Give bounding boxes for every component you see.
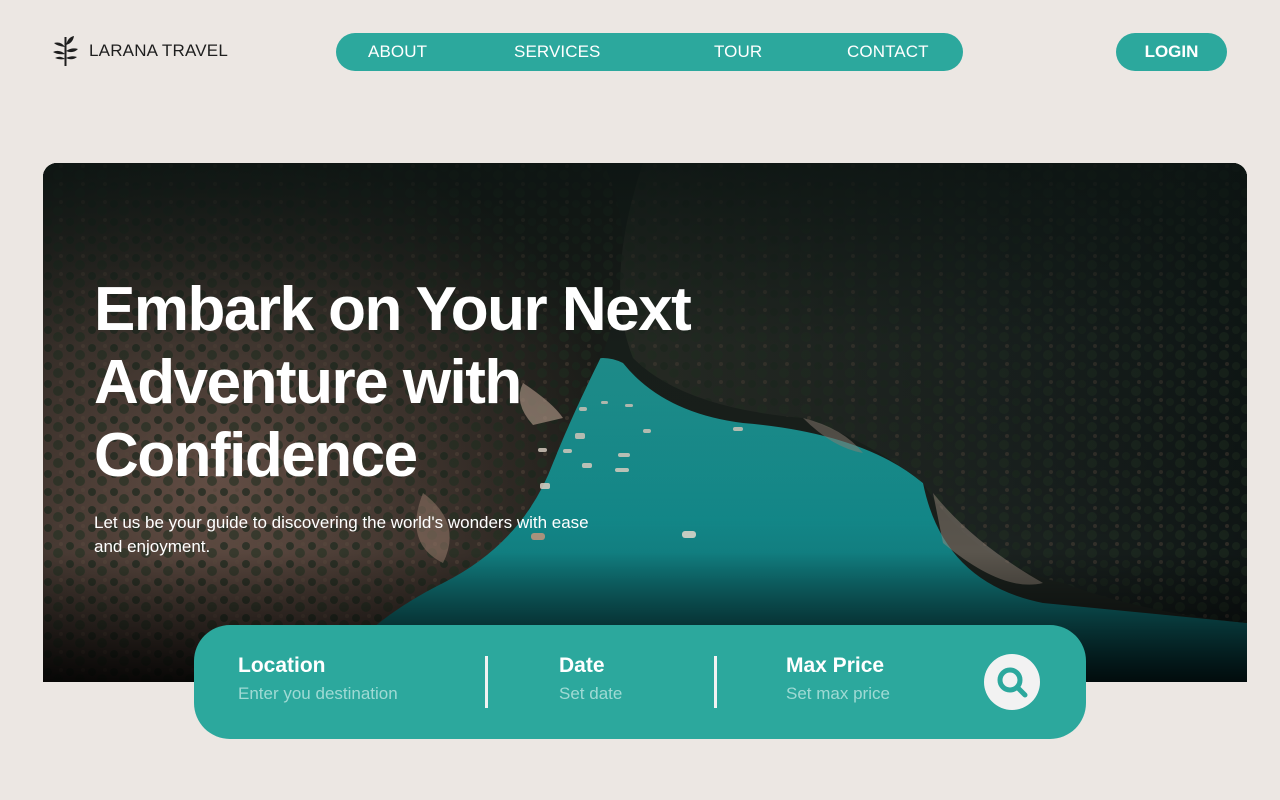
max-price-field: Max Price [786,654,986,704]
leaf-branch-icon [53,36,78,66]
location-label: Location [238,654,326,677]
divider [485,656,488,708]
date-input[interactable] [559,684,759,704]
date-label: Date [559,654,605,677]
search-bar: Location Date Max Price [194,625,1086,739]
divider [714,656,717,708]
hero-subtitle: Let us be your guide to discovering the … [94,513,589,556]
search-button[interactable] [984,654,1040,710]
nav-item-tour[interactable]: TOUR [714,33,762,71]
brand-logo[interactable]: LARANA TRAVEL [52,35,228,67]
hero-section: Embark on Your Next Adventure with Confi… [43,163,1247,682]
search-icon [997,667,1028,698]
main-nav: ABOUT SERVICES TOUR CONTACT [336,33,963,71]
hero-title: Embark on Your Next Adventure with Confi… [94,275,692,490]
location-input[interactable] [238,684,438,704]
login-button[interactable]: LOGIN [1116,33,1227,71]
nav-item-contact[interactable]: CONTACT [847,33,929,71]
max-price-label: Max Price [786,654,885,677]
nav-item-about[interactable]: ABOUT [368,33,427,71]
nav-item-services[interactable]: SERVICES [514,33,600,71]
brand-name: LARANA TRAVEL [89,41,228,60]
date-field: Date [559,654,759,704]
max-price-input[interactable] [786,684,986,704]
location-field: Location [238,654,438,704]
